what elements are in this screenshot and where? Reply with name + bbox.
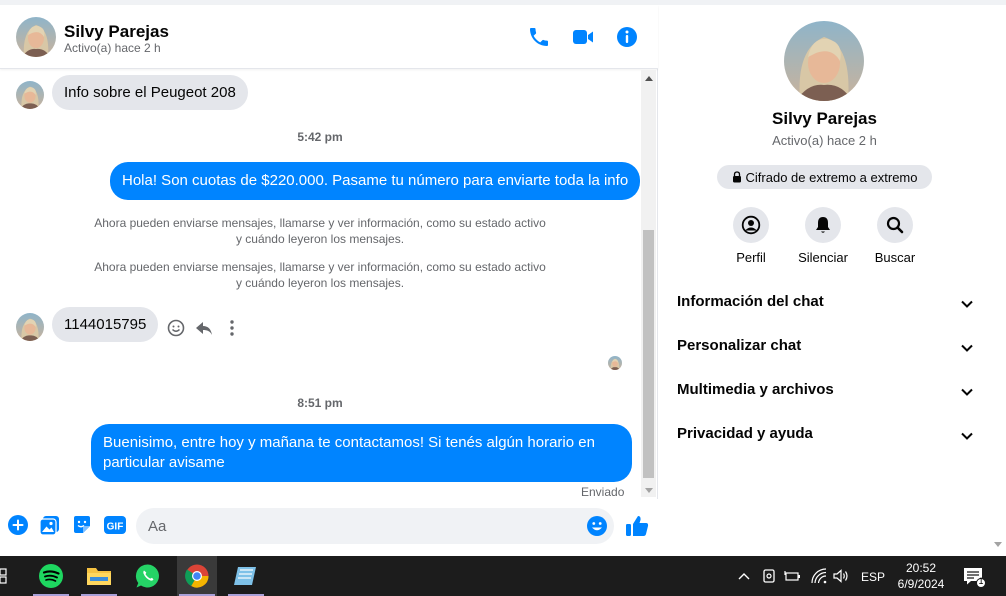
taskbar-file-explorer[interactable]: [79, 556, 119, 596]
svg-text:GIF: GIF: [107, 522, 124, 533]
chevron-down-icon: [961, 344, 973, 352]
outgoing-message[interactable]: Hola! Son cuotas de $220.000. Pasame tu …: [110, 162, 640, 200]
contact-avatar-small: [16, 81, 44, 109]
section-chat-info[interactable]: Información del chat: [677, 293, 977, 315]
clock-date: 6/9/2024: [897, 577, 945, 591]
profile-action[interactable]: Perfil: [715, 207, 787, 265]
read-receipt-avatar: [608, 356, 622, 370]
chat-panel: Silvy Parejas Activo(a) hace 2 h Info so…: [0, 5, 658, 556]
message-input[interactable]: [136, 508, 614, 544]
chat-header: Silvy Parejas Activo(a) hace 2 h: [0, 5, 658, 69]
scroll-down-arrow[interactable]: [645, 488, 653, 493]
spotify-icon: [39, 564, 63, 588]
profile-name: Silvy Parejas: [772, 109, 877, 128]
task-view-icon[interactable]: [0, 568, 10, 584]
chat-info-panel: Silvy Parejas Activo(a) hace 2 h Cifrado…: [659, 5, 990, 556]
composer: GIF: [0, 499, 658, 556]
search-icon: [886, 216, 904, 234]
video-call-icon[interactable]: [571, 25, 595, 49]
mute-action-label: Silenciar: [798, 250, 848, 265]
emoji-icon[interactable]: [586, 515, 608, 537]
language-indicator[interactable]: ESP: [861, 570, 885, 584]
taskbar-whatsapp[interactable]: [128, 556, 168, 596]
chevron-down-icon: [961, 388, 973, 396]
more-options-icon[interactable]: [222, 318, 242, 338]
chevron-down-icon: [961, 432, 973, 440]
system-message: Ahora pueden enviarse mensajes, llamarse…: [94, 216, 546, 246]
sticker-icon[interactable]: [71, 514, 93, 536]
section-customize-chat[interactable]: Personalizar chat: [677, 337, 977, 359]
e2e-label: Cifrado de extremo a extremo: [745, 169, 918, 185]
contact-avatar[interactable]: [16, 17, 56, 57]
contact-avatar-small: [16, 313, 44, 341]
meet-now-icon[interactable]: [761, 566, 777, 586]
volume-icon[interactable]: [832, 566, 850, 586]
scroll-down-arrow[interactable]: [994, 542, 1002, 547]
notification-count: 1: [978, 576, 984, 586]
profile-action-label: Perfil: [736, 250, 766, 265]
info-icon[interactable]: [615, 25, 639, 49]
section-label: Personalizar chat: [677, 337, 802, 354]
lock-icon: [732, 171, 741, 183]
taskbar-chrome[interactable]: [177, 556, 217, 596]
section-label: Privacidad y ayuda: [677, 425, 813, 442]
chrome-icon: [185, 564, 209, 588]
user-circle-icon: [741, 215, 761, 235]
folder-icon: [87, 568, 111, 585]
info-panel-scrollbar[interactable]: [990, 5, 1006, 556]
clock-time: 20:52: [905, 561, 937, 575]
scroll-thumb[interactable]: [643, 230, 654, 478]
notepad-icon: [234, 567, 256, 585]
battery-icon[interactable]: [784, 566, 802, 586]
react-emoji-icon[interactable]: [166, 318, 186, 338]
whatsapp-icon: [135, 564, 159, 588]
incoming-message[interactable]: 1144015795: [52, 307, 159, 342]
taskbar: ESP 20:52 6/9/2024 1: [0, 556, 1006, 596]
timestamp: 8:51 pm: [297, 396, 343, 410]
contact-status: Activo(a) hace 2 h: [64, 41, 161, 55]
scroll-up-arrow[interactable]: [645, 76, 653, 81]
clock[interactable]: 20:52 6/9/2024: [890, 560, 952, 592]
reply-icon[interactable]: [194, 318, 214, 338]
gif-icon[interactable]: GIF: [103, 514, 127, 536]
section-label: Multimedia y archivos: [677, 381, 834, 398]
profile-status: Activo(a) hace 2 h: [772, 133, 877, 148]
phone-icon[interactable]: [527, 25, 551, 49]
system-message: Ahora pueden enviarse mensajes, llamarse…: [94, 260, 546, 290]
image-icon[interactable]: [39, 514, 61, 536]
timestamp: 5:42 pm: [297, 130, 343, 144]
search-action[interactable]: Buscar: [859, 207, 931, 265]
search-action-label: Buscar: [874, 250, 916, 265]
plus-icon[interactable]: [7, 514, 29, 536]
outgoing-message[interactable]: Buenisimo, entre hoy y mañana te contact…: [91, 424, 632, 482]
chat-scrollbar[interactable]: [641, 70, 656, 497]
notification-center[interactable]: 1: [962, 566, 986, 588]
incoming-message[interactable]: Info sobre el Peugeot 208: [52, 75, 248, 110]
message-list: Info sobre el Peugeot 208 5:42 pm Hola! …: [0, 70, 640, 497]
bell-icon: [816, 217, 830, 233]
sent-status: Enviado: [581, 485, 625, 497]
chevron-down-icon: [961, 300, 973, 308]
contact-name[interactable]: Silvy Parejas: [64, 22, 169, 42]
e2e-badge[interactable]: Cifrado de extremo a extremo: [717, 165, 932, 189]
profile-avatar[interactable]: [784, 21, 864, 101]
mute-action[interactable]: Silenciar: [787, 207, 859, 265]
messenger-window: Silvy Parejas Activo(a) hace 2 h Info so…: [0, 0, 1006, 556]
section-media-files[interactable]: Multimedia y archivos: [677, 381, 977, 403]
section-privacy-help[interactable]: Privacidad y ayuda: [677, 425, 977, 447]
section-label: Información del chat: [677, 293, 824, 310]
taskbar-spotify[interactable]: [31, 556, 71, 596]
thumbs-up-icon[interactable]: [624, 513, 650, 539]
taskbar-notepad-app[interactable]: [226, 556, 266, 596]
wifi-icon[interactable]: [810, 566, 828, 586]
chevron-up-icon[interactable]: [737, 566, 751, 586]
